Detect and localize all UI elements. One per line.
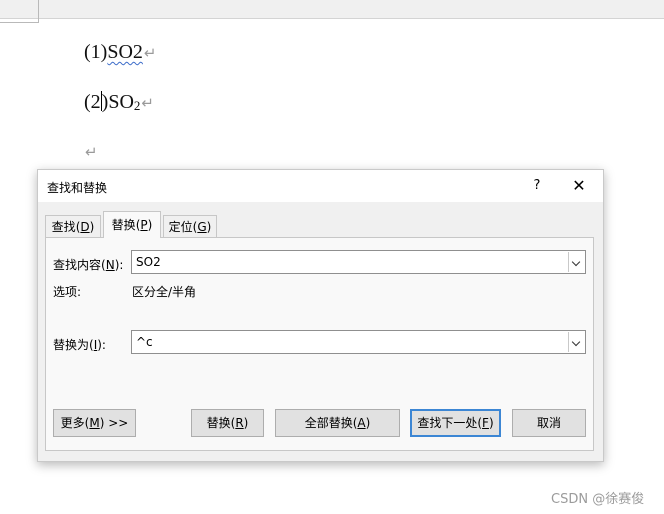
cancel-button[interactable]: 取消	[512, 409, 586, 437]
watermark: CSDN @徐赛俊	[551, 492, 645, 507]
line-2-prefix-start: (2	[84, 91, 101, 113]
more-button[interactable]: 更多(M) >>	[53, 409, 136, 437]
replace-with-input[interactable]: ^c	[131, 330, 586, 354]
dialog-titlebar[interactable]: 查找和替换 ? ✕	[38, 170, 603, 202]
replace-with-label-text: 替换为	[53, 338, 90, 352]
help-button[interactable]: ?	[526, 174, 548, 198]
find-what-value: SO2	[136, 255, 161, 269]
more-button-hotkey: M	[89, 416, 100, 430]
tab-goto-label: 定位	[168, 220, 193, 234]
find-what-input[interactable]: SO2	[131, 250, 586, 274]
paragraph-mark-icon: ↵	[85, 143, 98, 161]
options-label: 选项:	[53, 285, 82, 299]
replace-button-label: 替换	[206, 416, 231, 430]
paragraph-mark-icon: ↵	[143, 44, 157, 62]
paragraph-mark-icon: ↵	[141, 94, 154, 112]
find-next-button[interactable]: 查找下一处(F)	[410, 409, 501, 437]
find-replace-dialog: 查找和替换 ? ✕ 查找(D) 替换(P) 定位(G) 查找内容(N): SO2…	[37, 169, 604, 462]
line-1-prefix: (1)	[84, 41, 108, 63]
more-button-label: 更多	[60, 416, 85, 430]
line-2-text: SO	[108, 91, 134, 113]
replace-with-hotkey: I	[93, 338, 98, 352]
chevron-down-icon[interactable]	[568, 332, 584, 352]
page-corner-mark	[0, 0, 39, 23]
chevron-down-icon[interactable]	[568, 252, 584, 272]
tab-find-hotkey: D	[80, 220, 90, 234]
options-value: 区分全/半角	[132, 285, 197, 299]
replace-all-button-label: 全部替换	[304, 416, 353, 430]
document-line-2[interactable]: (2)SO2↵	[84, 91, 154, 114]
replace-all-button[interactable]: 全部替换(A)	[275, 409, 400, 437]
find-next-button-hotkey: F	[482, 416, 489, 430]
tab-find[interactable]: 查找(D)	[45, 215, 101, 237]
replace-button-hotkey: R	[235, 416, 244, 430]
tab-replace[interactable]: 替换(P)	[103, 211, 161, 238]
find-what-label-text: 查找内容	[53, 258, 102, 272]
tab-goto-hotkey: G	[197, 220, 207, 234]
tab-replace-hotkey: P	[140, 218, 148, 232]
close-button[interactable]: ✕	[564, 174, 594, 198]
document-line-3[interactable]: ↵	[84, 140, 98, 163]
line-1-text: SO2	[107, 41, 143, 63]
more-button-suffix: >>	[104, 416, 129, 430]
replace-with-value: ^c	[136, 335, 153, 349]
dialog-title: 查找和替换	[47, 181, 108, 195]
replace-all-button-hotkey: A	[357, 416, 366, 430]
find-what-hotkey: N	[105, 258, 115, 272]
tab-goto[interactable]: 定位(G)	[163, 215, 217, 237]
line-2-subscript: 2	[133, 98, 141, 113]
find-what-label: 查找内容(N):	[53, 258, 124, 272]
replace-button[interactable]: 替换(R)	[191, 409, 264, 437]
ruler-bar	[0, 0, 664, 19]
tab-find-label: 查找	[51, 220, 76, 234]
find-next-button-label: 查找下一处	[417, 416, 478, 430]
tab-replace-label: 替换	[111, 218, 136, 232]
document-line-1[interactable]: (1)SO2↵	[84, 41, 156, 64]
replace-with-label: 替换为(I):	[53, 338, 106, 352]
